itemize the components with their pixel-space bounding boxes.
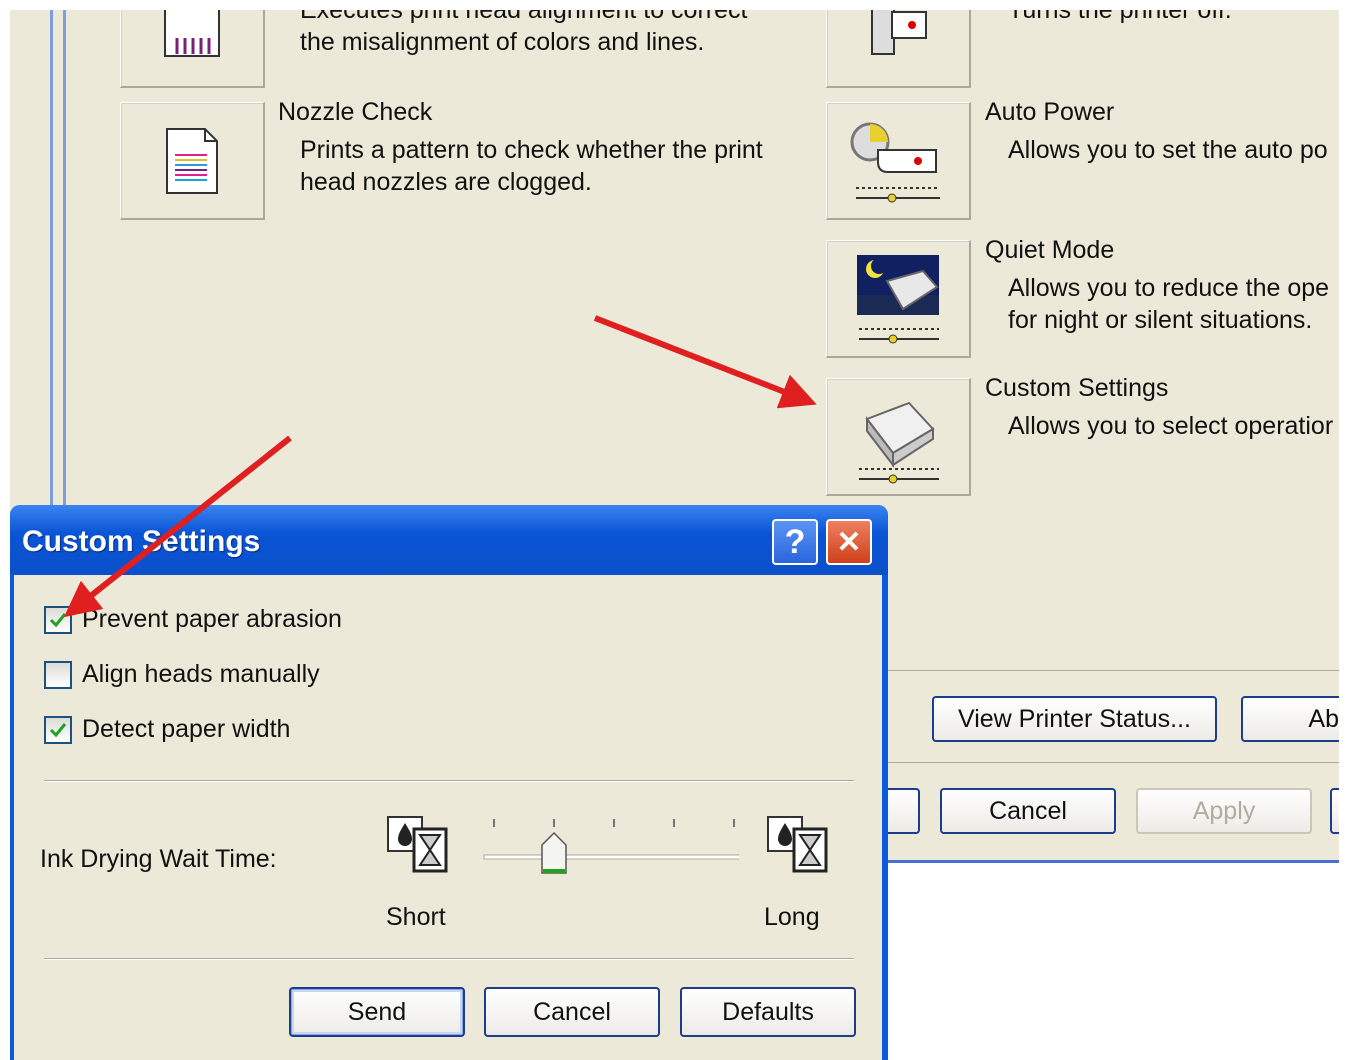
- dialog-separator-2: [44, 958, 854, 960]
- quiet-mode-desc: Allows you to reduce the ope for night o…: [1008, 274, 1330, 334]
- prevent-paper-abrasion-label: Prevent paper abrasion: [82, 605, 342, 633]
- short-drying-icon: [387, 816, 448, 873]
- nozzle-check-title: Nozzle Check: [278, 98, 433, 126]
- nozzle-check-button[interactable]: [120, 102, 265, 220]
- power-off-button[interactable]: [826, 10, 971, 88]
- auto-power-icon: [850, 122, 940, 202]
- close-icon: ✕: [836, 525, 862, 559]
- dialog-body: Prevent paper abrasion Align heads manua…: [14, 575, 882, 1060]
- send-button[interactable]: Send: [289, 987, 465, 1037]
- view-printer-status-button[interactable]: View Printer Status...: [932, 696, 1217, 742]
- print-head-alignment-desc: Executes print head alignment to correct…: [300, 10, 748, 56]
- dialog-titlebar: Custom Settings ? ✕: [10, 505, 888, 575]
- auto-power-desc: Allows you to set the auto po: [1008, 136, 1328, 164]
- dialog-separator-1: [44, 780, 854, 782]
- print-head-alignment-button[interactable]: [120, 10, 265, 88]
- custom-settings-dialog: Custom Settings ? ✕ Prevent paper abrasi…: [10, 505, 888, 1060]
- long-label: Long: [764, 903, 820, 931]
- help-button[interactable]: [1330, 788, 1339, 834]
- auto-power-title: Auto Power: [985, 98, 1115, 126]
- power-off-icon: [871, 10, 927, 55]
- help-title-button[interactable]: ?: [772, 519, 818, 565]
- custom-settings-title: Custom Settings: [985, 374, 1169, 402]
- short-label: Short: [386, 903, 446, 931]
- bg-cancel-button[interactable]: Cancel: [940, 788, 1116, 834]
- long-drying-icon: [767, 816, 828, 873]
- bg-separator-2: [880, 762, 1339, 763]
- detect-paper-width-label: Detect paper width: [82, 715, 291, 743]
- align-heads-manually-checkbox[interactable]: [44, 660, 72, 689]
- align-heads-manually-row[interactable]: Align heads manually: [44, 660, 320, 689]
- custom-settings-button[interactable]: [826, 378, 971, 496]
- custom-settings-desc: Allows you to select operatior: [1008, 412, 1334, 440]
- quiet-mode-title: Quiet Mode: [985, 236, 1115, 264]
- defaults-button[interactable]: Defaults: [680, 987, 856, 1037]
- print-head-alignment-icon: [164, 10, 220, 57]
- nozzle-check-desc: Prints a pattern to check whether the pr…: [300, 136, 763, 196]
- checkmark-icon: [49, 722, 67, 737]
- auto-power-button[interactable]: [826, 102, 971, 220]
- ink-drying-label: Ink Drying Wait Time:: [40, 845, 277, 873]
- bg-separator: [880, 670, 1339, 671]
- align-heads-manually-label: Align heads manually: [82, 660, 320, 688]
- close-button[interactable]: ✕: [826, 519, 872, 565]
- detect-paper-width-checkbox[interactable]: [44, 715, 72, 744]
- quiet-mode-icon: [857, 254, 939, 343]
- about-button[interactable]: Ab: [1241, 696, 1339, 742]
- quiet-mode-button[interactable]: [826, 240, 971, 358]
- ink-drying-slider[interactable]: [469, 815, 739, 885]
- power-off-desc: Turns the printer off.: [1008, 10, 1232, 24]
- checkmark-icon: [49, 612, 67, 627]
- custom-settings-printer-icon: [859, 401, 939, 483]
- cancel-button[interactable]: Cancel: [484, 987, 660, 1037]
- dialog-title: Custom Settings: [22, 525, 261, 558]
- prevent-paper-abrasion-checkbox[interactable]: [44, 605, 72, 634]
- apply-button[interactable]: Apply: [1136, 788, 1312, 834]
- prevent-paper-abrasion-row[interactable]: Prevent paper abrasion: [44, 605, 342, 634]
- detect-paper-width-row[interactable]: Detect paper width: [44, 715, 290, 744]
- nozzle-check-icon: [166, 127, 218, 194]
- sidebar-divider: [50, 10, 66, 510]
- help-icon: ?: [784, 522, 806, 561]
